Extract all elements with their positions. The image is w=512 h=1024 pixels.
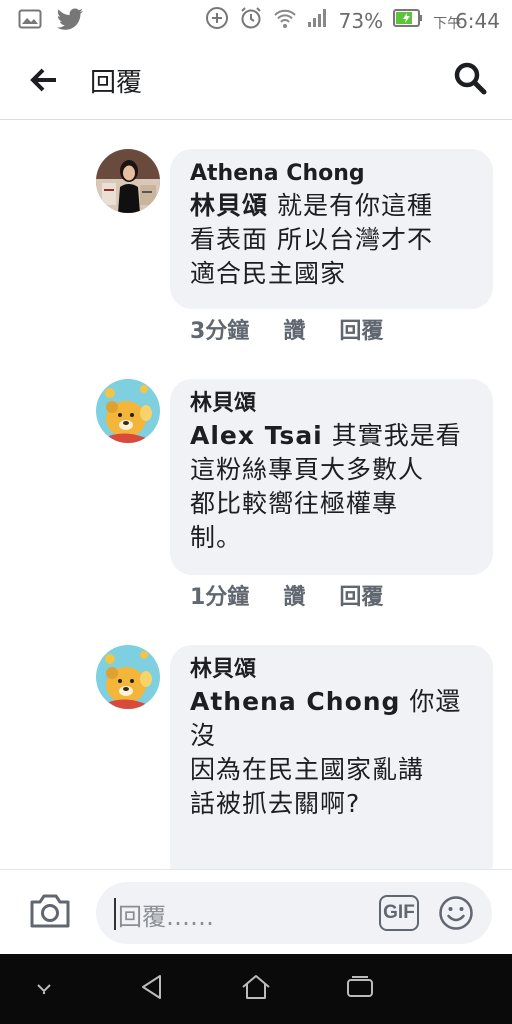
clock: 6:44 (455, 8, 500, 33)
back-nav-button[interactable] (134, 972, 170, 1006)
mention-link[interactable]: 林貝頌 (190, 191, 268, 220)
avatar[interactable] (96, 379, 160, 443)
comment-line: 就是有你這種 (276, 191, 433, 220)
comment-line: 看表面 所以台灣才不 (190, 225, 433, 254)
status-bar: 73% 下午6:44 (0, 0, 512, 40)
camera-button[interactable] (28, 892, 76, 934)
comment-bubble: 林貝頌 Alex Tsai 其實我是看 這粉絲專頁大多數人 都比較嚮往極權專 制… (170, 379, 493, 575)
emoji-button[interactable] (438, 895, 474, 931)
comment-time: 3分鐘 (190, 319, 250, 344)
recents-icon (345, 974, 375, 1004)
camera-icon (28, 894, 72, 934)
wifi-icon (273, 7, 297, 34)
hide-nav-button[interactable] (26, 972, 62, 1006)
like-button[interactable]: 讚 (283, 579, 305, 611)
mention-link[interactable]: Athena Chong (190, 687, 400, 716)
comment-author[interactable]: 林貝頌 (190, 389, 475, 419)
comment-line: 制。 (190, 523, 243, 552)
recents-nav-button[interactable] (342, 972, 378, 1006)
emoji-icon (438, 896, 474, 935)
comment-line: 因為在民主國家亂講 (190, 755, 425, 784)
comment-meta: 3分鐘 讚 回覆 (190, 313, 383, 345)
reply-placeholder: 回覆…… (118, 903, 214, 931)
gallery-icon (18, 9, 42, 33)
app-header: 回覆 (0, 40, 512, 120)
comment-line: 話被抓去關啊? (190, 789, 361, 818)
comment-list: Athena Chong 林貝頌 就是有你這種 看表面 所以台灣才不 適合民主國… (0, 121, 512, 869)
signal-icon (307, 8, 329, 33)
reply-composer: 回覆…… GIF (0, 869, 512, 954)
avatar[interactable] (96, 149, 160, 213)
avatar[interactable] (96, 645, 160, 709)
comment-line: 其實我是看 (331, 421, 462, 450)
reply-input[interactable]: 回覆…… GIF (96, 882, 492, 944)
mention-link[interactable]: Alex Tsai (190, 421, 323, 450)
reply-button[interactable]: 回覆 (339, 579, 383, 611)
arrow-left-icon (30, 68, 58, 96)
system-nav-bar (0, 954, 512, 1024)
home-nav-button[interactable] (238, 972, 274, 1006)
comment-meta: 1分鐘 讚 回覆 (190, 579, 383, 611)
search-icon (453, 61, 487, 99)
alarm-icon (239, 6, 263, 35)
comment-text: Athena Chong 你還沒 因為在民主國家亂講 話被抓去關啊? (190, 685, 475, 821)
comment-time: 1分鐘 (190, 585, 250, 610)
search-button[interactable] (448, 58, 492, 102)
home-icon (240, 973, 272, 1005)
like-button[interactable]: 讚 (283, 313, 305, 345)
chevron-down-icon (34, 980, 54, 999)
reply-button[interactable]: 回覆 (339, 313, 383, 345)
comment-line: 都比較嚮往極權專 (190, 489, 399, 518)
gif-button[interactable]: GIF (379, 895, 419, 931)
comment-author[interactable]: Athena Chong (190, 159, 475, 189)
page-title: 回覆 (90, 68, 143, 98)
battery-level: 73% (338, 8, 384, 33)
battery-icon (393, 8, 423, 33)
back-triangle-icon (138, 973, 166, 1005)
comment-text: 林貝頌 就是有你這種 看表面 所以台灣才不 適合民主國家 (190, 189, 475, 291)
comment-bubble: 林貝頌 Athena Chong 你還沒 因為在民主國家亂講 話被抓去關啊? (170, 645, 493, 869)
text-caret (114, 898, 116, 930)
twitter-icon (56, 8, 84, 34)
comment-author[interactable]: 林貝頌 (190, 655, 475, 685)
back-button[interactable] (22, 60, 66, 104)
comment-line: 適合民主國家 (190, 259, 347, 288)
comment-line: 這粉絲專頁大多數人 (190, 455, 425, 484)
comment-text: Alex Tsai 其實我是看 這粉絲專頁大多數人 都比較嚮往極權專 制。 (190, 419, 475, 555)
comment-bubble: Athena Chong 林貝頌 就是有你這種 看表面 所以台灣才不 適合民主國… (170, 149, 493, 309)
add-circle-icon (205, 6, 229, 35)
